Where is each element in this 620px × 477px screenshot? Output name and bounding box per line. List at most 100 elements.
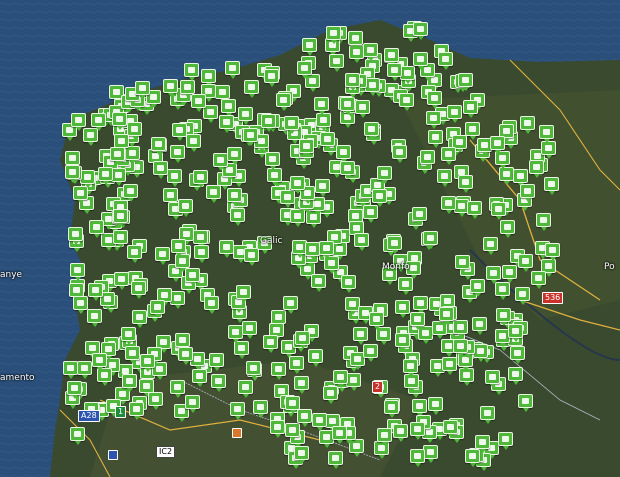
landmark-marker[interactable] (185, 395, 200, 413)
landmark-marker[interactable] (297, 61, 312, 79)
landmark-marker[interactable] (341, 275, 356, 293)
landmark-marker[interactable] (413, 22, 428, 40)
poi-orange-icon[interactable] (232, 428, 242, 438)
landmark-marker[interactable] (221, 99, 236, 117)
landmark-marker[interactable] (508, 367, 523, 385)
landmark-marker[interactable] (191, 94, 206, 112)
landmark-marker[interactable] (413, 296, 428, 314)
landmark-marker[interactable] (485, 370, 500, 388)
landmark-marker[interactable] (346, 373, 361, 391)
landmark-marker[interactable] (122, 374, 137, 392)
landmark-marker[interactable] (458, 73, 473, 91)
landmark-marker[interactable] (410, 422, 425, 440)
landmark-marker[interactable] (170, 291, 185, 309)
landmark-marker[interactable] (234, 341, 249, 359)
landmark-marker[interactable] (308, 349, 323, 367)
landmark-marker[interactable] (441, 147, 456, 165)
landmark-marker[interactable] (285, 423, 300, 441)
landmark-marker[interactable] (437, 169, 452, 187)
landmark-marker[interactable] (332, 426, 347, 444)
landmark-marker[interactable] (135, 81, 150, 99)
landmark-marker[interactable] (465, 449, 480, 467)
landmark-marker[interactable] (328, 451, 343, 469)
landmark-marker[interactable] (148, 392, 163, 410)
landmark-marker[interactable] (372, 189, 387, 207)
landmark-marker[interactable] (112, 112, 127, 130)
landmark-marker[interactable] (316, 113, 331, 131)
landmark-marker[interactable] (129, 402, 144, 420)
landmark-marker[interactable] (194, 245, 209, 263)
landmark-marker[interactable] (427, 91, 442, 109)
landmark-marker[interactable] (87, 309, 102, 327)
landmark-marker[interactable] (121, 327, 136, 345)
landmark-marker[interactable] (238, 107, 253, 125)
landmark-marker[interactable] (393, 424, 408, 442)
landmark-marker[interactable] (225, 61, 240, 79)
landmark-marker[interactable] (242, 321, 257, 339)
landmark-marker[interactable] (365, 78, 380, 96)
landmark-marker[interactable] (125, 346, 140, 364)
landmark-marker[interactable] (428, 130, 443, 148)
landmark-marker[interactable] (363, 205, 378, 223)
landmark-marker[interactable] (167, 169, 182, 187)
landmark-marker[interactable] (531, 271, 546, 289)
landmark-marker[interactable] (364, 122, 379, 140)
landmark-marker[interactable] (486, 266, 501, 284)
landmark-marker[interactable] (290, 176, 305, 194)
landmark-marker[interactable] (77, 361, 92, 379)
landmark-marker[interactable] (423, 445, 438, 463)
landmark-marker[interactable] (398, 277, 413, 295)
landmark-marker[interactable] (219, 115, 234, 133)
landmark-marker[interactable] (65, 151, 80, 169)
landmark-marker[interactable] (150, 300, 165, 318)
landmark-marker[interactable] (271, 310, 286, 328)
landmark-marker[interactable] (163, 188, 178, 206)
landmark-marker[interactable] (68, 227, 83, 245)
landmark-marker[interactable] (336, 145, 351, 163)
landmark-marker[interactable] (236, 285, 251, 303)
landmark-marker[interactable] (186, 134, 201, 152)
landmark-marker[interactable] (496, 308, 511, 326)
landmark-marker[interactable] (230, 208, 245, 226)
landmark-marker[interactable] (193, 230, 208, 248)
landmark-marker[interactable] (410, 312, 425, 330)
landmark-marker[interactable] (113, 209, 128, 227)
landmark-marker[interactable] (110, 147, 125, 165)
landmark-marker[interactable] (363, 344, 378, 362)
landmark-marker[interactable] (340, 161, 355, 179)
landmark-marker[interactable] (314, 97, 329, 115)
landmark-marker[interactable] (295, 331, 310, 349)
landmark-marker[interactable] (264, 69, 279, 87)
landmark-marker[interactable] (520, 116, 535, 134)
landmark-marker[interactable] (297, 409, 312, 427)
landmark-marker[interactable] (384, 400, 399, 418)
landmark-marker[interactable] (320, 132, 335, 150)
landmark-marker[interactable] (73, 296, 88, 314)
landmark-marker[interactable] (499, 167, 514, 185)
landmark-marker[interactable] (88, 283, 103, 301)
landmark-marker[interactable] (354, 233, 369, 251)
landmark-marker[interactable] (455, 255, 470, 273)
landmark-marker[interactable] (253, 400, 268, 418)
landmark-marker[interactable] (265, 152, 280, 170)
landmark-marker[interactable] (114, 134, 129, 152)
landmark-marker[interactable] (384, 48, 399, 66)
landmark-marker[interactable] (463, 100, 478, 118)
landmark-marker[interactable] (267, 168, 282, 186)
landmark-marker[interactable] (399, 93, 414, 111)
landmark-marker[interactable] (470, 279, 485, 297)
landmark-marker[interactable] (285, 396, 300, 414)
landmark-marker[interactable] (178, 199, 193, 217)
landmark-marker[interactable] (140, 354, 155, 372)
landmark-marker[interactable] (127, 122, 142, 140)
landmark-marker[interactable] (340, 97, 355, 115)
landmark-marker[interactable] (412, 207, 427, 225)
landmark-marker[interactable] (73, 186, 88, 204)
landmark-marker[interactable] (132, 310, 147, 328)
landmark-marker[interactable] (369, 312, 384, 330)
landmark-marker[interactable] (243, 128, 258, 146)
landmark-marker[interactable] (219, 240, 234, 258)
landmark-marker[interactable] (426, 111, 441, 129)
landmark-marker[interactable] (544, 177, 559, 195)
landmark-marker[interactable] (536, 213, 551, 231)
